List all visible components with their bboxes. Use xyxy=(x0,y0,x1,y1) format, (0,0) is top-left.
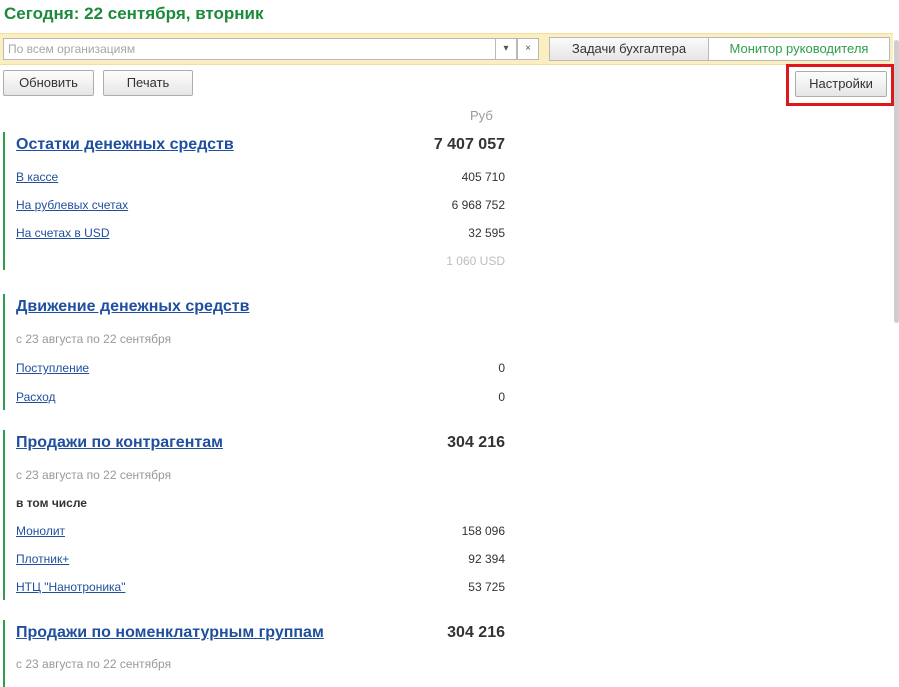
list-item-value: 32 595 xyxy=(468,226,505,240)
list-item-value: 0 xyxy=(498,390,505,404)
list-item-label[interactable]: На рублевых счетах xyxy=(16,198,128,212)
list-item-label[interactable]: НТЦ "Нанотроника" xyxy=(16,580,125,594)
currency-label: Руб xyxy=(470,108,493,123)
list-item-value: 53 725 xyxy=(468,580,505,594)
including-label: в том числе xyxy=(16,496,87,510)
section-total: 304 216 xyxy=(447,434,505,451)
tab-manager-monitor[interactable]: Монитор руководителя xyxy=(708,37,890,61)
list-item-label[interactable]: На счетах в USD xyxy=(16,226,109,240)
section-title[interactable]: Продажи по контрагентам xyxy=(16,434,223,452)
list-item-label[interactable]: В кассе xyxy=(16,170,58,184)
close-icon[interactable]: × xyxy=(517,38,539,60)
list-item-label[interactable]: Расход xyxy=(16,390,56,404)
filter-bar: По всем организациям ▾ × Задачи бухгалте… xyxy=(0,33,893,65)
organization-input[interactable]: По всем организациям xyxy=(3,38,503,60)
list-item-label[interactable]: Плотник+ xyxy=(16,552,69,566)
list-item-value: 158 096 xyxy=(461,524,505,538)
list-item-label[interactable]: Поступление xyxy=(16,361,89,375)
scrollbar[interactable] xyxy=(894,40,899,323)
tab-accountant-tasks[interactable]: Задачи бухгалтера xyxy=(549,37,709,61)
section-total: 304 216 xyxy=(447,624,505,641)
settings-button[interactable]: Настройки xyxy=(795,71,887,97)
list-item-label[interactable]: Монолит xyxy=(16,524,65,538)
section-title[interactable]: Продажи по номенклатурным группам xyxy=(16,624,324,642)
list-item-value: 6 968 752 xyxy=(451,198,505,212)
period-text: с 23 августа по 22 сентября xyxy=(16,332,172,346)
print-button[interactable]: Печать xyxy=(103,70,193,96)
period-text: с 23 августа по 22 сентября xyxy=(16,468,172,482)
period-text: с 23 августа по 22 сентября xyxy=(16,657,172,671)
list-item-value: 92 394 xyxy=(468,552,505,566)
refresh-button[interactable]: Обновить xyxy=(3,70,94,96)
section-sales-counterparties: Продажи по контрагентам 304 216 с 23 авг… xyxy=(3,430,505,600)
usd-amount: 1 060 USD xyxy=(446,254,505,268)
page-title: Сегодня: 22 сентября, вторник xyxy=(4,4,264,23)
section-cash-flow: Движение денежных средств с 23 августа п… xyxy=(3,294,505,410)
section-title[interactable]: Остатки денежных средств xyxy=(16,136,234,154)
section-cash-balances: Остатки денежных средств 7 407 057 В кас… xyxy=(3,132,505,270)
list-item-value: 0 xyxy=(498,361,505,375)
list-item-value: 405 710 xyxy=(461,170,505,184)
section-title[interactable]: Движение денежных средств xyxy=(16,298,249,316)
section-total: 7 407 057 xyxy=(433,136,505,153)
section-sales-item-groups: Продажи по номенклатурным группам 304 21… xyxy=(3,620,505,687)
chevron-down-icon[interactable]: ▾ xyxy=(495,38,517,60)
